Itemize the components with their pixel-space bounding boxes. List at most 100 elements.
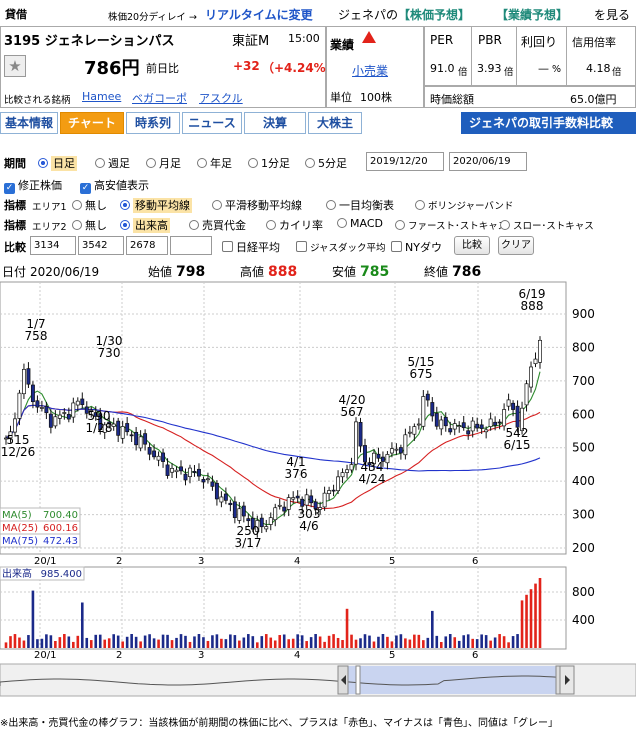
volume-bar — [318, 636, 322, 648]
area2-fast-stoch[interactable]: ファースト･ストキャス — [395, 218, 507, 232]
area1-row: 指標 エリア1 無し 移動平均線 平滑移動平均線 一目均衡表 ボリンジャーバンド — [0, 194, 636, 213]
realtime-link[interactable]: リアルタイムに変更 — [205, 6, 313, 23]
volume-bar — [89, 640, 93, 648]
area2-trading-value[interactable]: 売買代金 — [189, 217, 246, 233]
area2-volume[interactable]: 出来高 — [120, 217, 170, 233]
compare-nydow-checkbox[interactable]: NYダウ — [391, 239, 442, 255]
period-1min[interactable]: 1分足 — [248, 155, 290, 171]
tab-chart[interactable]: チャート — [60, 112, 124, 134]
candle-body — [26, 368, 31, 385]
period-daily[interactable]: 日足 — [38, 155, 77, 171]
yield-unit: % — [552, 64, 562, 75]
ma-legend-name: MA(5) — [2, 510, 32, 521]
compare-link-askul[interactable]: アスクル — [199, 90, 243, 106]
earnings-forecast-link[interactable]: 【業績予想】 — [496, 6, 568, 23]
high-low-checkbox[interactable]: ✓ 高安値表示 — [80, 177, 149, 194]
candle-body — [336, 476, 341, 492]
yield-value: — — [538, 62, 549, 75]
price-chart[interactable]: 日付 2020/06/19 始値 798 高値 888 安値 785 終値 786 200 300 40… — [0, 262, 636, 712]
price-tick-label: 500 — [572, 441, 595, 455]
low-value: 785 — [360, 264, 389, 280]
candle-body — [188, 467, 192, 478]
period-weekly[interactable]: 週足 — [95, 155, 130, 171]
candle-body — [111, 423, 116, 427]
volume-bar — [359, 638, 362, 648]
tab-timeseries[interactable]: 時系列 — [126, 112, 180, 134]
compare-code-1[interactable]: 3134 — [30, 236, 76, 255]
clear-button[interactable]: クリア — [498, 236, 534, 255]
pbr-label: PBR — [478, 33, 502, 47]
compare-code-2[interactable]: 3542 — [78, 236, 124, 255]
period-yearly[interactable]: 年足 — [197, 155, 232, 171]
area2-macd[interactable]: MACD — [337, 217, 383, 230]
compare-link-hamee[interactable]: Hamee — [82, 90, 121, 103]
date-from-input[interactable]: 2019/12/20 — [366, 152, 444, 171]
candle-body — [430, 402, 435, 417]
candle-body — [300, 498, 305, 507]
adjusted-price-checkbox[interactable]: ✓ 修正株価 — [4, 177, 62, 194]
volume-bar — [417, 634, 421, 648]
annotation-bottom: 4/24 — [359, 472, 386, 486]
area2-slow-stoch[interactable]: スロー･ストキャス — [500, 218, 594, 232]
price-change: +32 — [233, 59, 260, 73]
period-monthly[interactable]: 月足 — [146, 155, 181, 171]
volume-bar — [287, 639, 291, 648]
candle-body — [529, 366, 533, 388]
tab-news[interactable]: ニュース — [182, 112, 242, 134]
area1-ichimoku[interactable]: 一目均衡表 — [326, 197, 394, 213]
candle-body — [434, 413, 439, 427]
candle-body — [21, 368, 26, 395]
period-5min[interactable]: 5分足 — [305, 155, 347, 171]
area1-smoothed-ma[interactable]: 平滑移動平均線 — [212, 197, 302, 213]
volume-bar — [238, 640, 241, 648]
price-tick-label: 800 — [572, 340, 595, 354]
volume-bar — [431, 610, 434, 648]
area1-none[interactable]: 無し — [72, 197, 107, 213]
radio-icon — [337, 218, 347, 228]
volume-bar — [247, 634, 250, 648]
volume-bar — [67, 636, 71, 648]
area2-row: 指標 エリア2 無し 出来高 売買代金 カイリ率 MACD ファースト･ストキャ… — [0, 214, 636, 233]
candle-body — [538, 339, 542, 363]
candle-body — [197, 468, 201, 477]
area2-none[interactable]: 無し — [72, 217, 107, 233]
radio-icon — [120, 200, 130, 210]
compare-nikkei-checkbox[interactable]: 日経平均 — [222, 239, 280, 255]
volume-bar — [125, 636, 129, 648]
compare-button[interactable]: 比較 — [454, 236, 490, 255]
tab-earnings[interactable]: 決算 — [244, 112, 306, 134]
volume-bar — [381, 634, 385, 648]
tab-basic-info[interactable]: 基本情報 — [0, 112, 58, 134]
fee-comparison-banner[interactable]: ジェネパの取引手数料比較 — [461, 112, 636, 134]
date-to-input[interactable]: 2020/06/19 — [449, 152, 527, 171]
area1-bollinger[interactable]: ボリンジャーバンド — [415, 198, 513, 212]
compare-jasdaq-checkbox[interactable]: ジャスダック平均 — [296, 240, 386, 254]
candle-body — [161, 452, 166, 462]
tab-shareholders[interactable]: 大株主 — [308, 112, 362, 134]
candle-body — [57, 414, 62, 419]
volume-bar — [332, 634, 335, 648]
volume-bar — [139, 641, 142, 648]
radio-icon — [95, 158, 105, 168]
area1-label: エリア1 — [32, 202, 67, 213]
compare-link-vega[interactable]: ベガコーポ — [132, 90, 187, 106]
stock-forecast-link[interactable]: 【株価予想】 — [398, 6, 470, 23]
favorite-star-icon[interactable]: ★ — [4, 55, 26, 77]
candle-body — [291, 497, 296, 500]
area1-moving-average[interactable]: 移動平均線 — [120, 197, 192, 213]
area2-deviation[interactable]: カイリ率 — [266, 217, 323, 233]
candle-body — [479, 424, 484, 429]
compare-code-4[interactable] — [170, 236, 212, 255]
candle-body — [488, 418, 493, 427]
volume-bar — [148, 634, 151, 648]
volume-bar — [471, 638, 474, 648]
compare-code-3[interactable]: 2678 — [126, 236, 168, 255]
volume-bar — [85, 637, 89, 648]
x-tick-label: 5 — [389, 556, 395, 567]
volume-bar — [368, 635, 371, 648]
candle-body — [452, 423, 457, 430]
volume-bar — [408, 639, 412, 648]
industry-link[interactable]: 小売業 — [352, 62, 388, 79]
volume-legend-value: 985.400 — [41, 569, 82, 580]
candle-body — [210, 481, 215, 487]
